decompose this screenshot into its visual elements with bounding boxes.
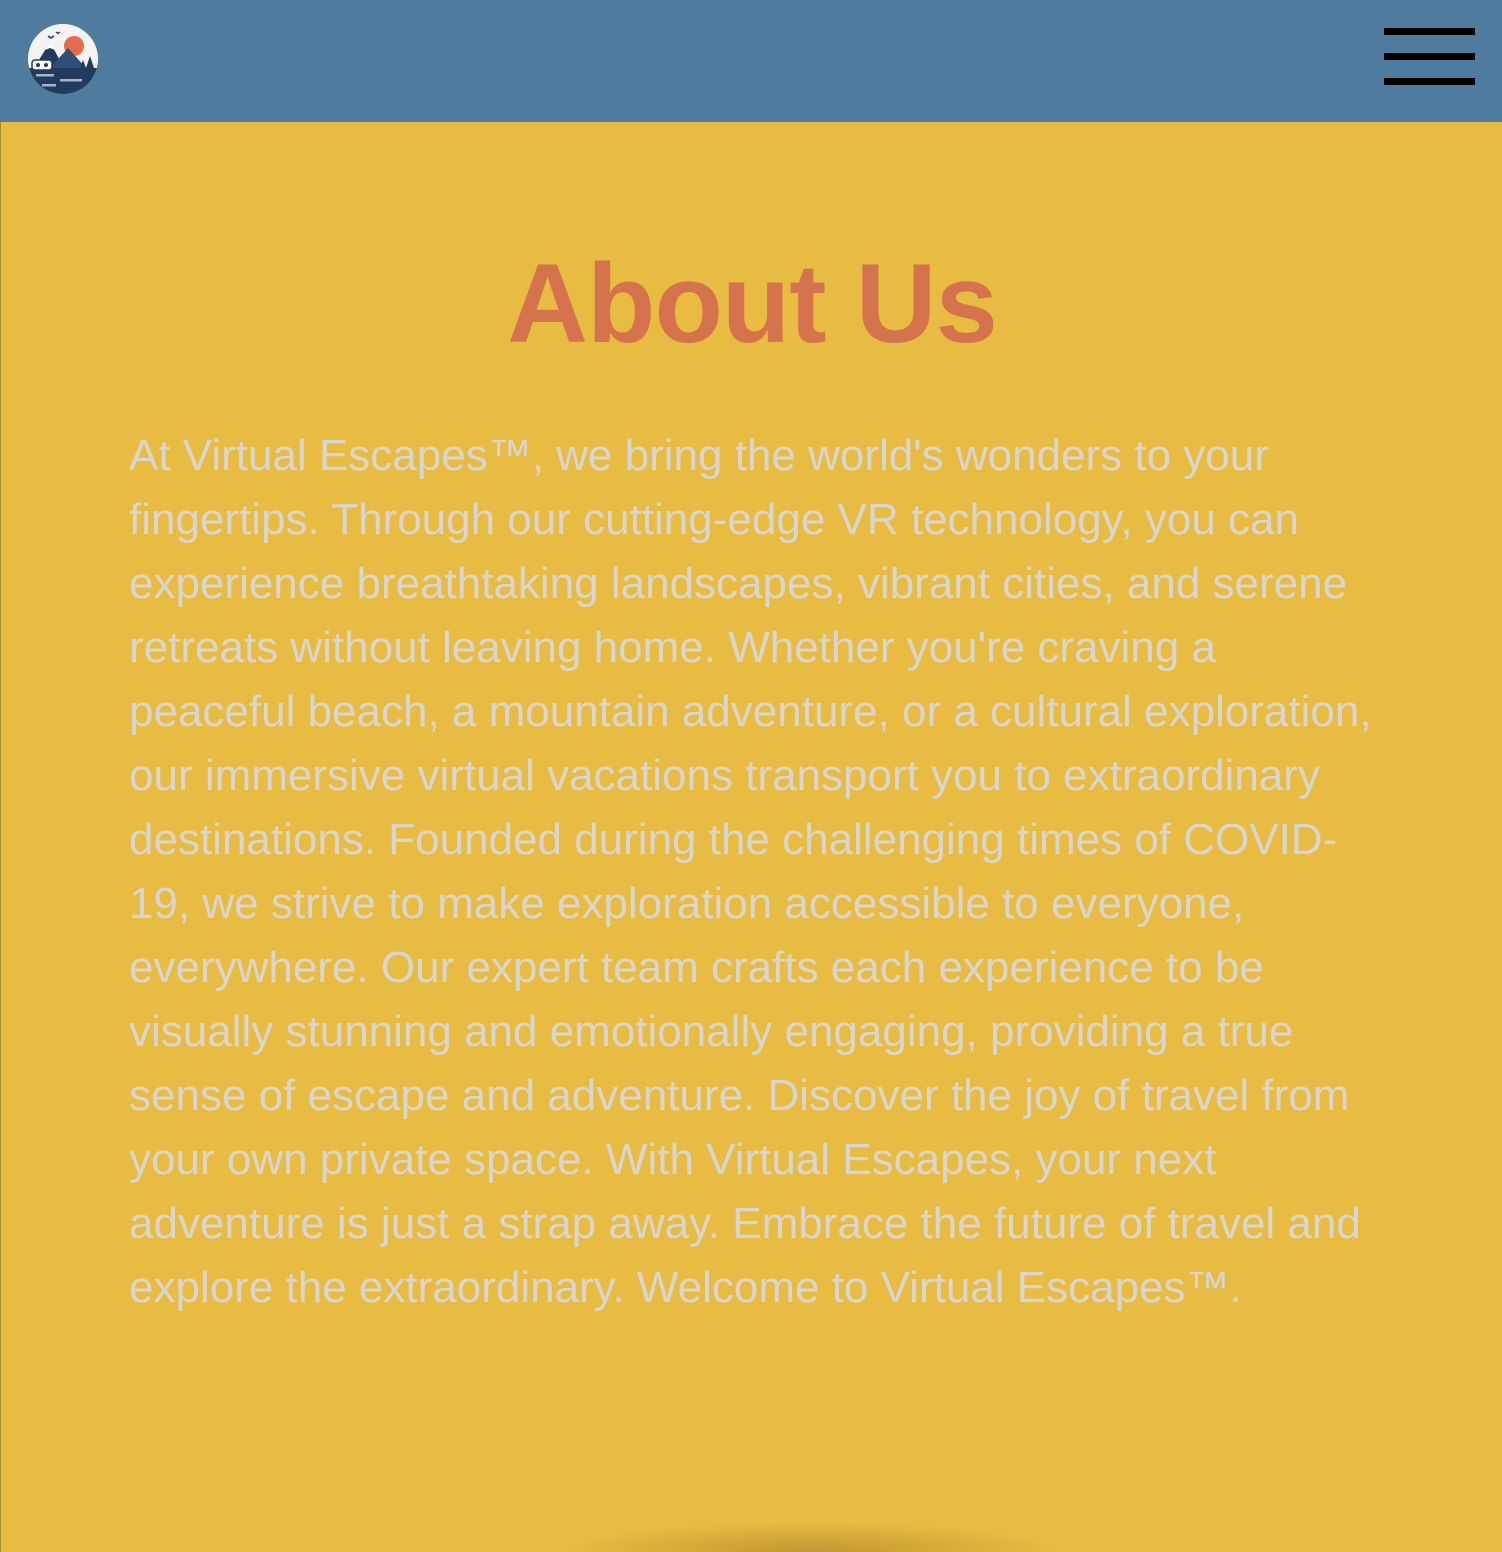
about-description: At Virtual Escapes™, we bring the world'… (129, 431, 1372, 1312)
page-title: About Us (507, 241, 998, 366)
top-nav-bar (0, 0, 1502, 122)
menu-bar-middle (1384, 53, 1475, 60)
bottom-shadow (561, 1522, 1061, 1552)
hamburger-menu-icon[interactable] (1384, 26, 1476, 90)
virtual-escapes-logo-icon[interactable] (28, 24, 98, 94)
about-section: About Us At Virtual Escapes™, we bring t… (0, 122, 1502, 1552)
menu-bar-top (1384, 28, 1475, 35)
menu-bar-bottom (1384, 78, 1475, 85)
about-page: About Us At Virtual Escapes™, we bring t… (0, 0, 1502, 1552)
